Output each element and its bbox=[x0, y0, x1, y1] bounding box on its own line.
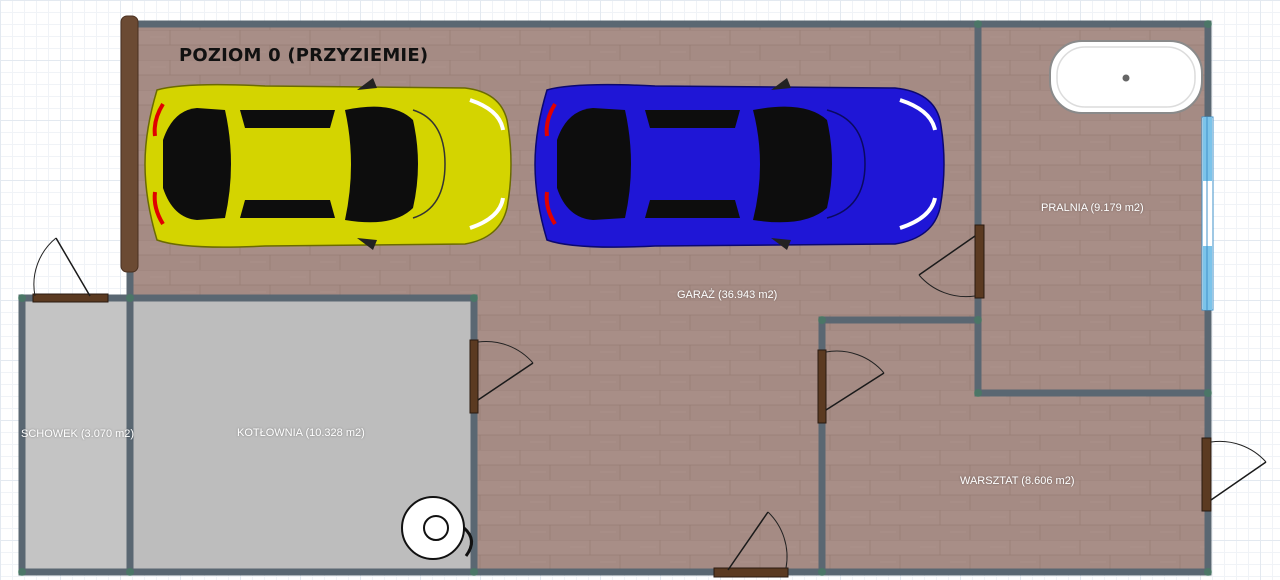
room-label-garage: GARAŻ (36.943 m2) bbox=[677, 289, 778, 301]
level-title: POZIOM 0 (PRZYZIEMIE) bbox=[179, 45, 429, 66]
door-workshop-exterior bbox=[1201, 437, 1267, 512]
room-label-boiler-room: KOTŁOWNIA (10.328 m2) bbox=[237, 427, 365, 439]
car-blue bbox=[534, 78, 945, 250]
door-storage bbox=[32, 237, 109, 303]
room-label-storage: SCHOWEK (3.070 m2) bbox=[21, 428, 135, 440]
car-yellow bbox=[144, 78, 512, 250]
floor-plan bbox=[18, 15, 1267, 578]
garage-gate bbox=[120, 15, 139, 273]
window-laundry bbox=[1201, 116, 1214, 311]
room-label-laundry: PRALNIA (9.179 m2) bbox=[1041, 202, 1144, 214]
room-label-workshop: WARSZTAT (8.606 m2) bbox=[960, 475, 1075, 487]
bathtub bbox=[1049, 40, 1203, 114]
